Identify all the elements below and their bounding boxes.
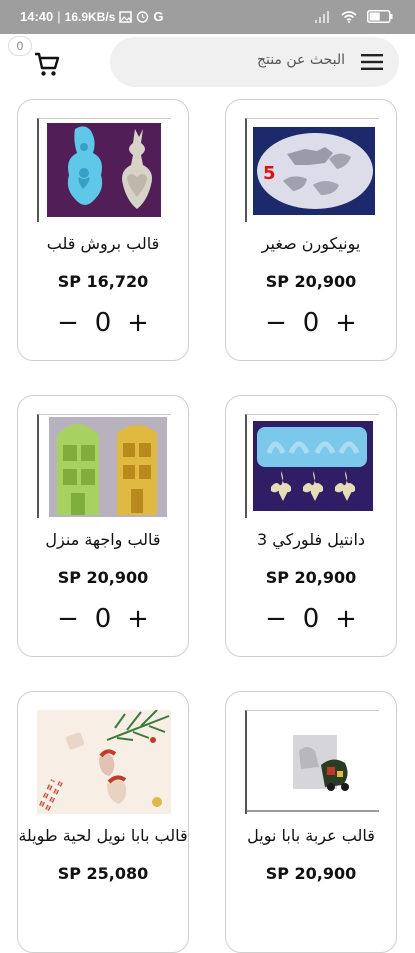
product-card[interactable]: قالب عربة بابا نويل SP 20,900 <box>225 691 397 953</box>
product-image-heart-brooch-mold[interactable] <box>37 118 171 222</box>
quantity-stepper: − 0 + <box>18 602 188 636</box>
search-bar[interactable]: البحث عن منتج <box>110 37 399 87</box>
decrease-quantity-button[interactable]: − <box>55 310 81 336</box>
product-card[interactable]: قالب بابا نويل لحية طويلة SP 25,080 <box>17 691 189 953</box>
quantity-stepper: − 0 + <box>18 306 188 340</box>
image-notification-icon <box>119 10 133 23</box>
decrease-quantity-button[interactable]: − <box>55 606 81 632</box>
svg-text:5: 5 <box>263 163 276 184</box>
product-title: قالب عربة بابا نويل <box>247 826 375 845</box>
product-price: SP 20,900 <box>265 568 357 587</box>
quantity-value: 0 <box>302 604 320 634</box>
product-card[interactable]: دانتيل فلوركي 3 SP 20,900 − 0 + <box>225 395 397 657</box>
product-card[interactable]: قالب واجهة منزل SP 20,900 − 0 + <box>17 395 189 657</box>
quantity-stepper: − 0 + <box>226 602 396 636</box>
status-time: 14:40 <box>20 9 54 24</box>
alarm-icon <box>136 10 149 23</box>
product-image-unicorn-mold[interactable]: 5 <box>245 118 379 222</box>
product-card[interactable]: قالب بروش قلب SP 16,720 − 0 + <box>17 99 189 361</box>
product-price: SP 16,720 <box>57 272 149 291</box>
status-network-speed: 16.9KB/s <box>64 9 116 24</box>
decrease-quantity-button[interactable]: − <box>263 310 289 336</box>
product-title: دانتيل فلوركي 3 <box>256 530 366 549</box>
quantity-stepper: − 0 + <box>226 306 396 340</box>
product-image-santa-sleigh-mold[interactable] <box>245 710 379 814</box>
increase-quantity-button[interactable]: + <box>125 606 151 632</box>
product-title: يونيكورن صغير <box>261 234 361 253</box>
product-image-santa-beard-mold[interactable] <box>37 710 171 814</box>
battery-icon <box>367 10 393 26</box>
cart-count-badge: 0 <box>8 36 32 56</box>
increase-quantity-button[interactable]: + <box>125 310 151 336</box>
decrease-quantity-button[interactable]: − <box>263 606 289 632</box>
google-icon: G <box>153 9 164 24</box>
product-image-house-facade-mold[interactable] <box>37 414 171 518</box>
product-title: قالب واجهة منزل <box>45 530 161 549</box>
product-price: SP 25,080 <box>57 864 149 883</box>
product-price: SP 20,900 <box>265 864 357 883</box>
quantity-value: 0 <box>94 604 112 634</box>
signal-icon <box>315 10 331 26</box>
status-bar: 14:40 | 16.9KB/s G <box>0 0 415 34</box>
increase-quantity-button[interactable]: + <box>333 310 359 336</box>
product-grid: 5 يونيكورن صغير SP 20,900 − 0 + قالب برو… <box>0 98 415 953</box>
menu-icon[interactable] <box>361 53 383 71</box>
cart-icon[interactable] <box>34 52 60 78</box>
product-card[interactable]: 5 يونيكورن صغير SP 20,900 − 0 + <box>225 99 397 361</box>
product-title: قالب بروش قلب <box>46 234 160 253</box>
product-price: SP 20,900 <box>57 568 149 587</box>
search-placeholder: البحث عن منتج <box>256 52 345 68</box>
product-title: قالب بابا نويل لحية طويلة <box>18 826 188 845</box>
wifi-icon <box>341 10 357 26</box>
product-image-fleur-de-lis-mold[interactable] <box>245 414 379 518</box>
product-price: SP 20,900 <box>265 272 357 291</box>
quantity-value: 0 <box>302 308 320 338</box>
increase-quantity-button[interactable]: + <box>333 606 359 632</box>
quantity-value: 0 <box>94 308 112 338</box>
